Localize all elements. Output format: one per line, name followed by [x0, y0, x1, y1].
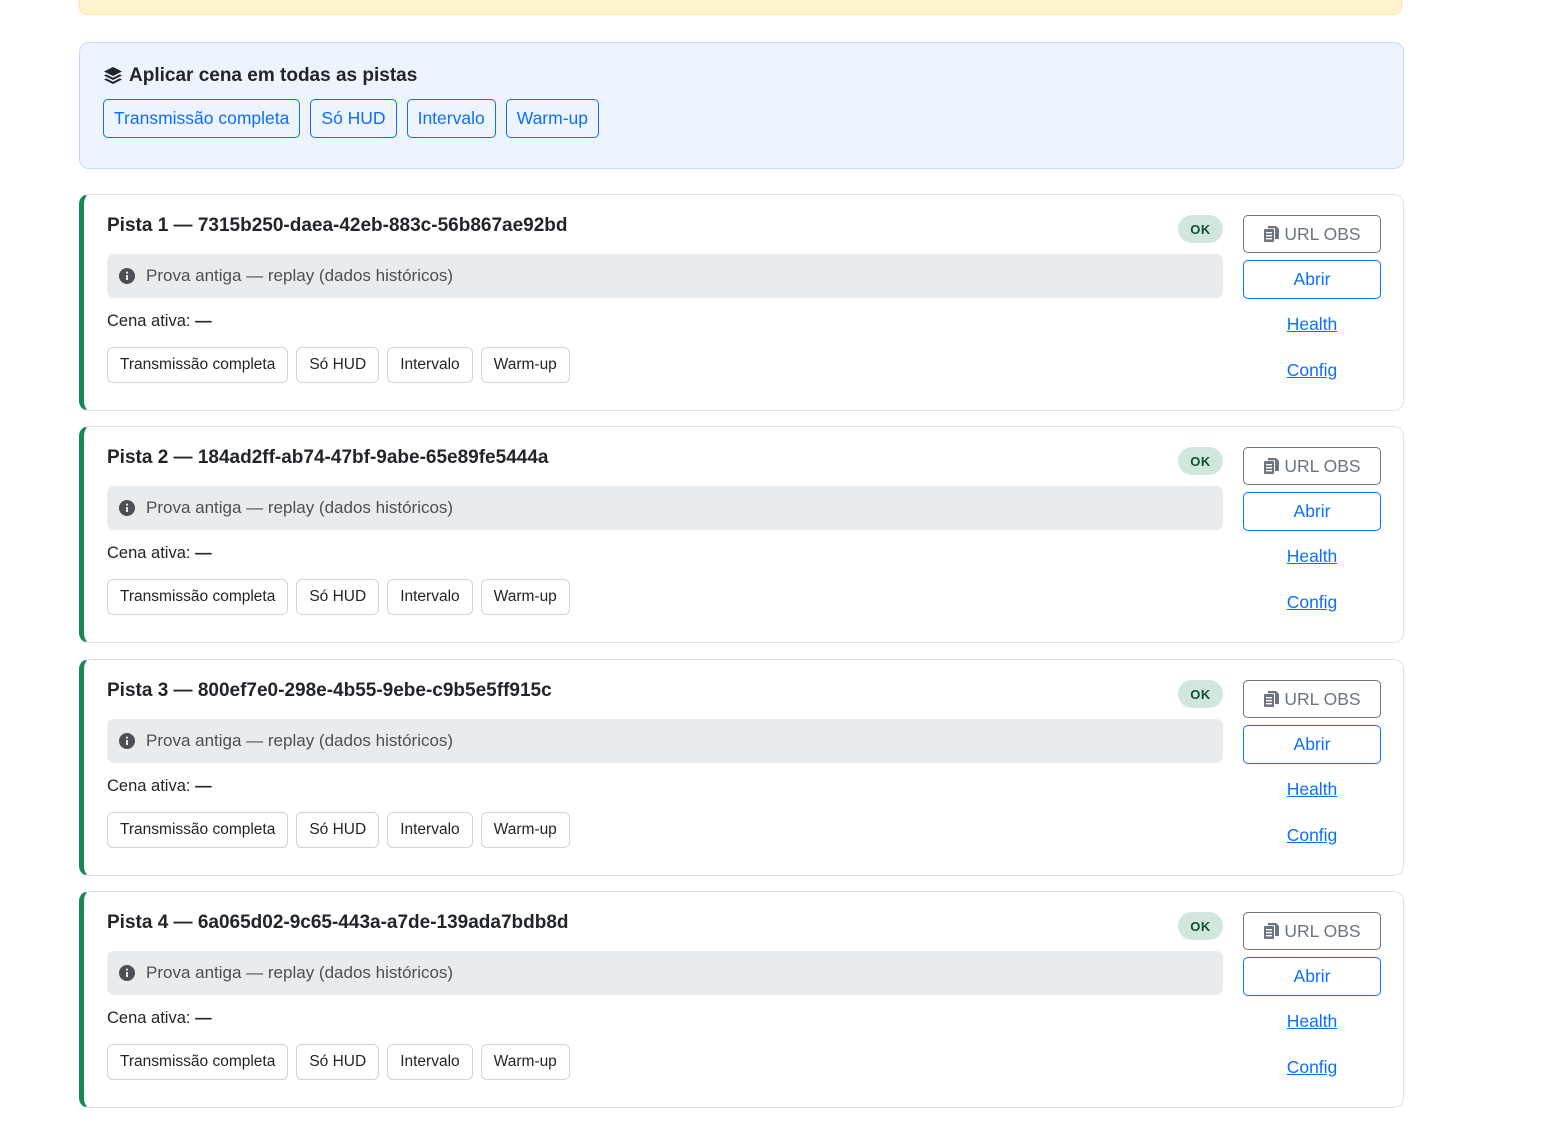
url-obs-button[interactable]: URL OBS — [1243, 912, 1381, 950]
copy-icon — [1263, 922, 1280, 940]
url-obs-button[interactable]: URL OBS — [1243, 680, 1381, 718]
status-badge: OK — [1178, 215, 1223, 243]
config-link[interactable]: Config — [1243, 1057, 1381, 1078]
global-scene-buttons: Transmissão completa Só HUD Intervalo Wa… — [103, 99, 600, 138]
url-obs-label: URL OBS — [1284, 455, 1361, 476]
status-badge: OK — [1178, 680, 1223, 708]
copy-icon — [1263, 690, 1280, 708]
info-circle-icon — [119, 500, 135, 516]
lane-scene-buttons: Transmissão completa Só HUD Intervalo Wa… — [107, 347, 570, 383]
scene-warm-up-button[interactable]: Warm-up — [480, 579, 570, 615]
scene-intervalo-button[interactable]: Intervalo — [387, 579, 473, 615]
lane-title: Pista 3 — 800ef7e0-298e-4b55-9ebe-c9b5e5… — [107, 680, 552, 701]
scene-warm-up-button[interactable]: Warm-up — [480, 347, 570, 383]
scene-transmissao-completa-button[interactable]: Transmissão completa — [107, 579, 289, 615]
active-scene-value: — — [195, 544, 212, 562]
copy-icon — [1263, 457, 1280, 475]
info-text: Prova antiga — replay (dados históricos) — [146, 498, 454, 517]
lane-title: Pista 4 — 6a065d02-9c65-443a-a7de-139ada… — [107, 912, 569, 933]
active-scene-label: Cena ativa: — [107, 777, 191, 795]
abrir-button[interactable]: Abrir — [1243, 260, 1381, 299]
url-obs-button[interactable]: URL OBS — [1243, 215, 1381, 253]
active-scene: Cena ativa: — — [107, 544, 212, 563]
info-circle-icon — [119, 733, 135, 749]
active-scene: Cena ativa: — — [107, 1009, 212, 1028]
info-alert: Prova antiga — replay (dados históricos) — [107, 719, 1223, 763]
scene-intervalo-button[interactable]: Intervalo — [387, 347, 473, 383]
config-link[interactable]: Config — [1243, 360, 1381, 381]
lane-card-3: Pista 3 — 800ef7e0-298e-4b55-9ebe-c9b5e5… — [79, 659, 1404, 876]
global-scene-intervalo-button[interactable]: Intervalo — [406, 99, 496, 138]
active-scene: Cena ativa: — — [107, 777, 212, 796]
scene-transmissao-completa-button[interactable]: Transmissão completa — [107, 1044, 289, 1080]
active-scene-label: Cena ativa: — [107, 1009, 191, 1027]
copy-icon — [1263, 225, 1280, 243]
health-link[interactable]: Health — [1243, 546, 1381, 567]
scene-transmissao-completa-button[interactable]: Transmissão completa — [107, 347, 289, 383]
abrir-button[interactable]: Abrir — [1243, 957, 1381, 996]
health-link[interactable]: Health — [1243, 1011, 1381, 1032]
scene-so-hud-button[interactable]: Só HUD — [296, 812, 380, 848]
health-link[interactable]: Health — [1243, 779, 1381, 800]
url-obs-label: URL OBS — [1284, 920, 1361, 941]
global-scene-transmissao-completa-button[interactable]: Transmissão completa — [103, 99, 301, 138]
health-link[interactable]: Health — [1243, 314, 1381, 335]
scene-intervalo-button[interactable]: Intervalo — [387, 1044, 473, 1080]
abrir-button[interactable]: Abrir — [1243, 492, 1381, 531]
scene-transmissao-completa-button[interactable]: Transmissão completa — [107, 812, 289, 848]
lane-title: Pista 1 — 7315b250-daea-42eb-883c-56b867… — [107, 215, 568, 236]
lane-scene-buttons: Transmissão completa Só HUD Intervalo Wa… — [107, 812, 570, 848]
warning-alert — [79, 0, 1402, 15]
lane-scene-buttons: Transmissão completa Só HUD Intervalo Wa… — [107, 579, 570, 615]
active-scene-value: — — [195, 777, 212, 795]
config-link[interactable]: Config — [1243, 825, 1381, 846]
info-text: Prova antiga — replay (dados históricos) — [146, 963, 454, 982]
lane-card-2: Pista 2 — 184ad2ff-ab74-47bf-9abe-65e89f… — [79, 426, 1404, 643]
scene-warm-up-button[interactable]: Warm-up — [480, 812, 570, 848]
config-link[interactable]: Config — [1243, 592, 1381, 613]
scene-so-hud-button[interactable]: Só HUD — [296, 1044, 380, 1080]
scene-intervalo-button[interactable]: Intervalo — [387, 812, 473, 848]
info-text: Prova antiga — replay (dados históricos) — [146, 266, 454, 285]
active-scene-label: Cena ativa: — [107, 544, 191, 562]
scene-warm-up-button[interactable]: Warm-up — [480, 1044, 570, 1080]
info-alert: Prova antiga — replay (dados históricos) — [107, 951, 1223, 995]
layers-icon — [103, 66, 123, 86]
lane-card-1: Pista 1 — 7315b250-daea-42eb-883c-56b867… — [79, 194, 1404, 411]
info-circle-icon — [119, 268, 135, 284]
global-scene-panel: Aplicar cena em todas as pistas Transmis… — [79, 42, 1404, 169]
lane-title: Pista 2 — 184ad2ff-ab74-47bf-9abe-65e89f… — [107, 447, 549, 468]
url-obs-label: URL OBS — [1284, 223, 1361, 244]
global-scene-warm-up-button[interactable]: Warm-up — [505, 99, 600, 138]
lane-card-4: Pista 4 — 6a065d02-9c65-443a-a7de-139ada… — [79, 891, 1404, 1108]
info-alert: Prova antiga — replay (dados históricos) — [107, 486, 1223, 530]
active-scene-value: — — [195, 312, 212, 330]
info-alert: Prova antiga — replay (dados históricos) — [107, 254, 1223, 298]
global-scene-title: Aplicar cena em todas as pistas — [103, 63, 417, 89]
status-badge: OK — [1178, 912, 1223, 940]
url-obs-label: URL OBS — [1284, 688, 1361, 709]
active-scene: Cena ativa: — — [107, 312, 212, 331]
scene-so-hud-button[interactable]: Só HUD — [296, 347, 380, 383]
global-scene-so-hud-button[interactable]: Só HUD — [310, 99, 397, 138]
url-obs-button[interactable]: URL OBS — [1243, 447, 1381, 485]
info-circle-icon — [119, 965, 135, 981]
active-scene-value: — — [195, 1009, 212, 1027]
scene-so-hud-button[interactable]: Só HUD — [296, 579, 380, 615]
abrir-button[interactable]: Abrir — [1243, 725, 1381, 764]
lane-scene-buttons: Transmissão completa Só HUD Intervalo Wa… — [107, 1044, 570, 1080]
active-scene-label: Cena ativa: — [107, 312, 191, 330]
info-text: Prova antiga — replay (dados históricos) — [146, 731, 454, 750]
status-badge: OK — [1178, 447, 1223, 475]
page: Aplicar cena em todas as pistas Transmis… — [0, 0, 1562, 1140]
global-scene-title-text: Aplicar cena em todas as pistas — [129, 65, 418, 86]
